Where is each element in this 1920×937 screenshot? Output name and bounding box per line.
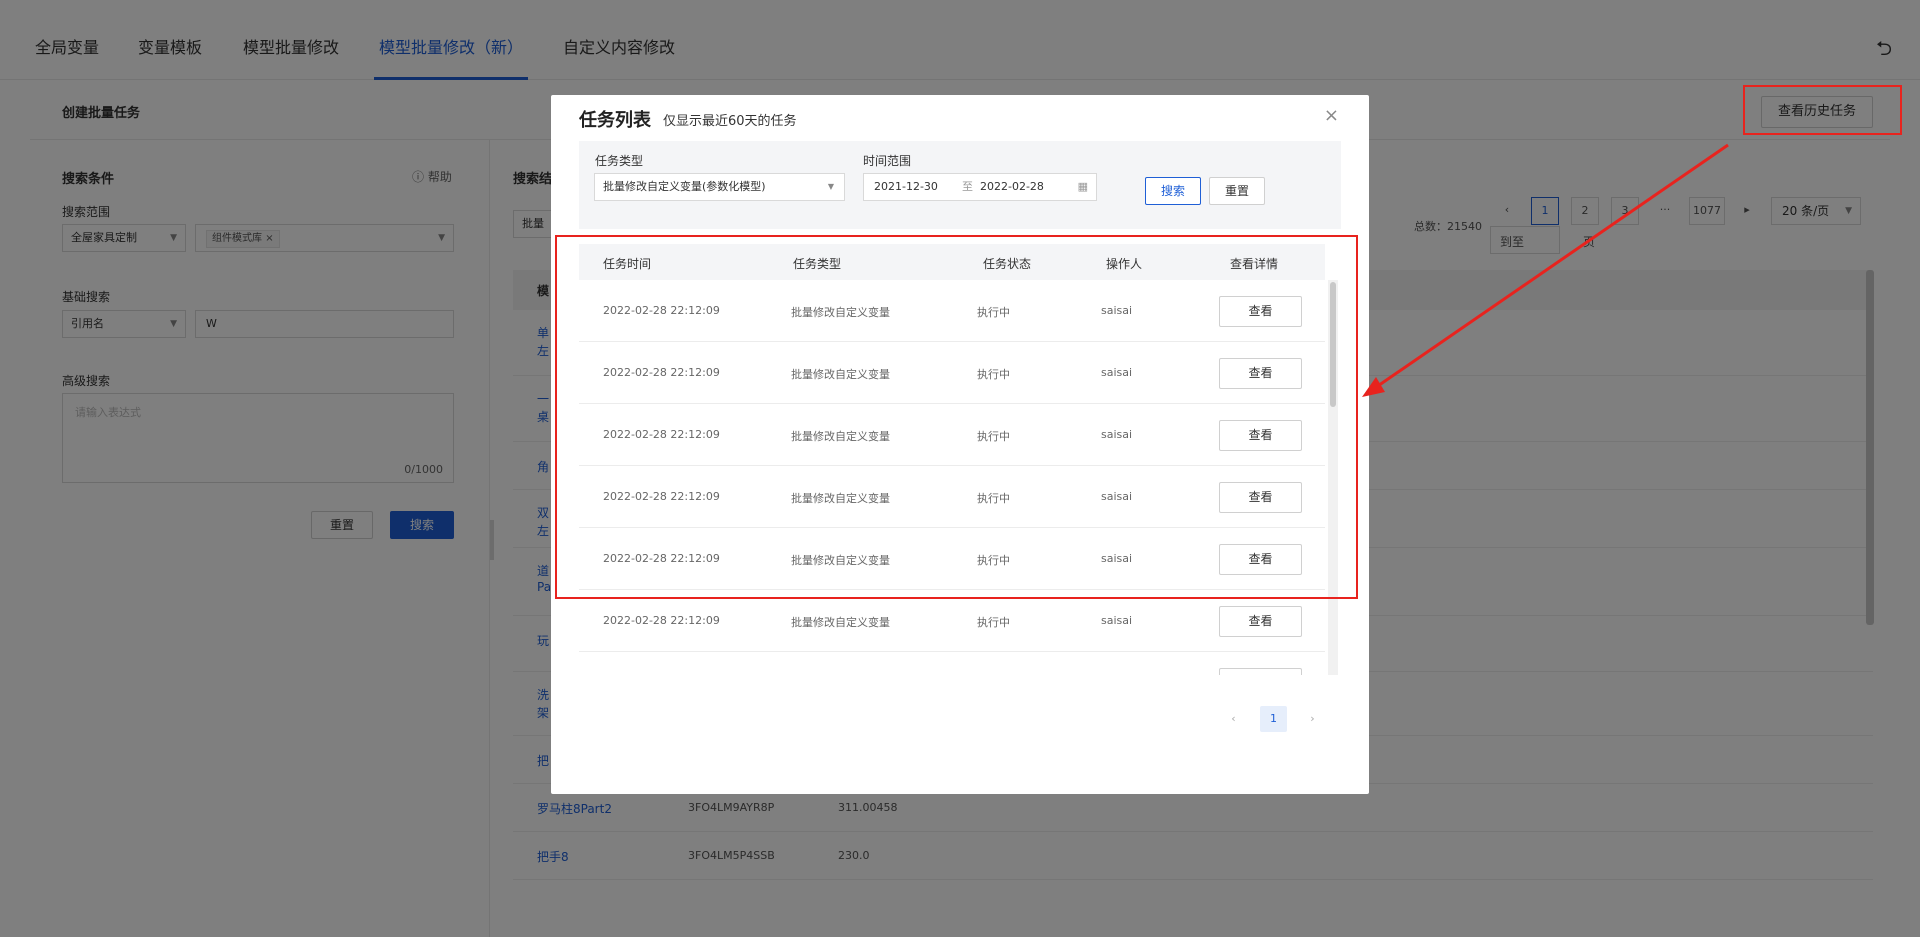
calendar-icon[interactable]: ▦ bbox=[1078, 174, 1088, 200]
modal-reset-button[interactable]: 重置 bbox=[1209, 177, 1265, 205]
date-separator: 至 bbox=[962, 180, 973, 193]
task-time: 2022-02-28 22:12:09 bbox=[603, 614, 720, 627]
task-operator: saisai bbox=[1101, 614, 1133, 627]
history-button-annotation-box bbox=[1743, 85, 1902, 135]
time-range-label: 时间范围 bbox=[863, 154, 912, 168]
date-start[interactable]: 2021-12-30 bbox=[874, 180, 938, 193]
modal-subtitle: 仅显示最近60天的任务 bbox=[663, 114, 797, 129]
chevron-down-icon: ▼ bbox=[827, 182, 834, 191]
date-end[interactable]: 2022-02-28 bbox=[980, 174, 1044, 200]
view-task-button[interactable]: 查看 bbox=[1219, 606, 1302, 637]
task-filter-bar: 任务类型 批量修改自定义变量(参数化模型) ▼ 时间范围 2021-12-30 … bbox=[579, 141, 1341, 229]
task-type: 批量修改自定义变量 bbox=[791, 616, 890, 629]
modal-pager-next[interactable]: › bbox=[1299, 706, 1326, 732]
task-type-label: 任务类型 bbox=[595, 154, 644, 168]
modal-pager-page-1[interactable]: 1 bbox=[1260, 706, 1287, 732]
task-row: 2022-02-28 22:12:09批量修改自定义变量执行中saisai查看 bbox=[579, 652, 1325, 675]
modal-search-button[interactable]: 搜索 bbox=[1145, 177, 1201, 205]
close-icon[interactable]: × bbox=[1324, 105, 1339, 126]
task-type-value: 批量修改自定义变量(参数化模型) bbox=[603, 180, 766, 193]
modal-pager-prev[interactable]: ‹ bbox=[1220, 706, 1247, 732]
task-type-select[interactable]: 批量修改自定义变量(参数化模型) ▼ bbox=[594, 173, 845, 201]
task-table-annotation-box bbox=[555, 235, 1358, 599]
task-row: 2022-02-28 22:12:09 批量修改自定义变量 执行中 saisai 查看 bbox=[579, 590, 1325, 652]
view-task-button[interactable]: 查看 bbox=[1219, 668, 1302, 675]
modal-title: 任务列表 bbox=[579, 110, 651, 131]
date-range-picker[interactable]: 2021-12-30 至 2022-02-28 ▦ bbox=[863, 173, 1097, 201]
task-status: 执行中 bbox=[977, 616, 1010, 629]
